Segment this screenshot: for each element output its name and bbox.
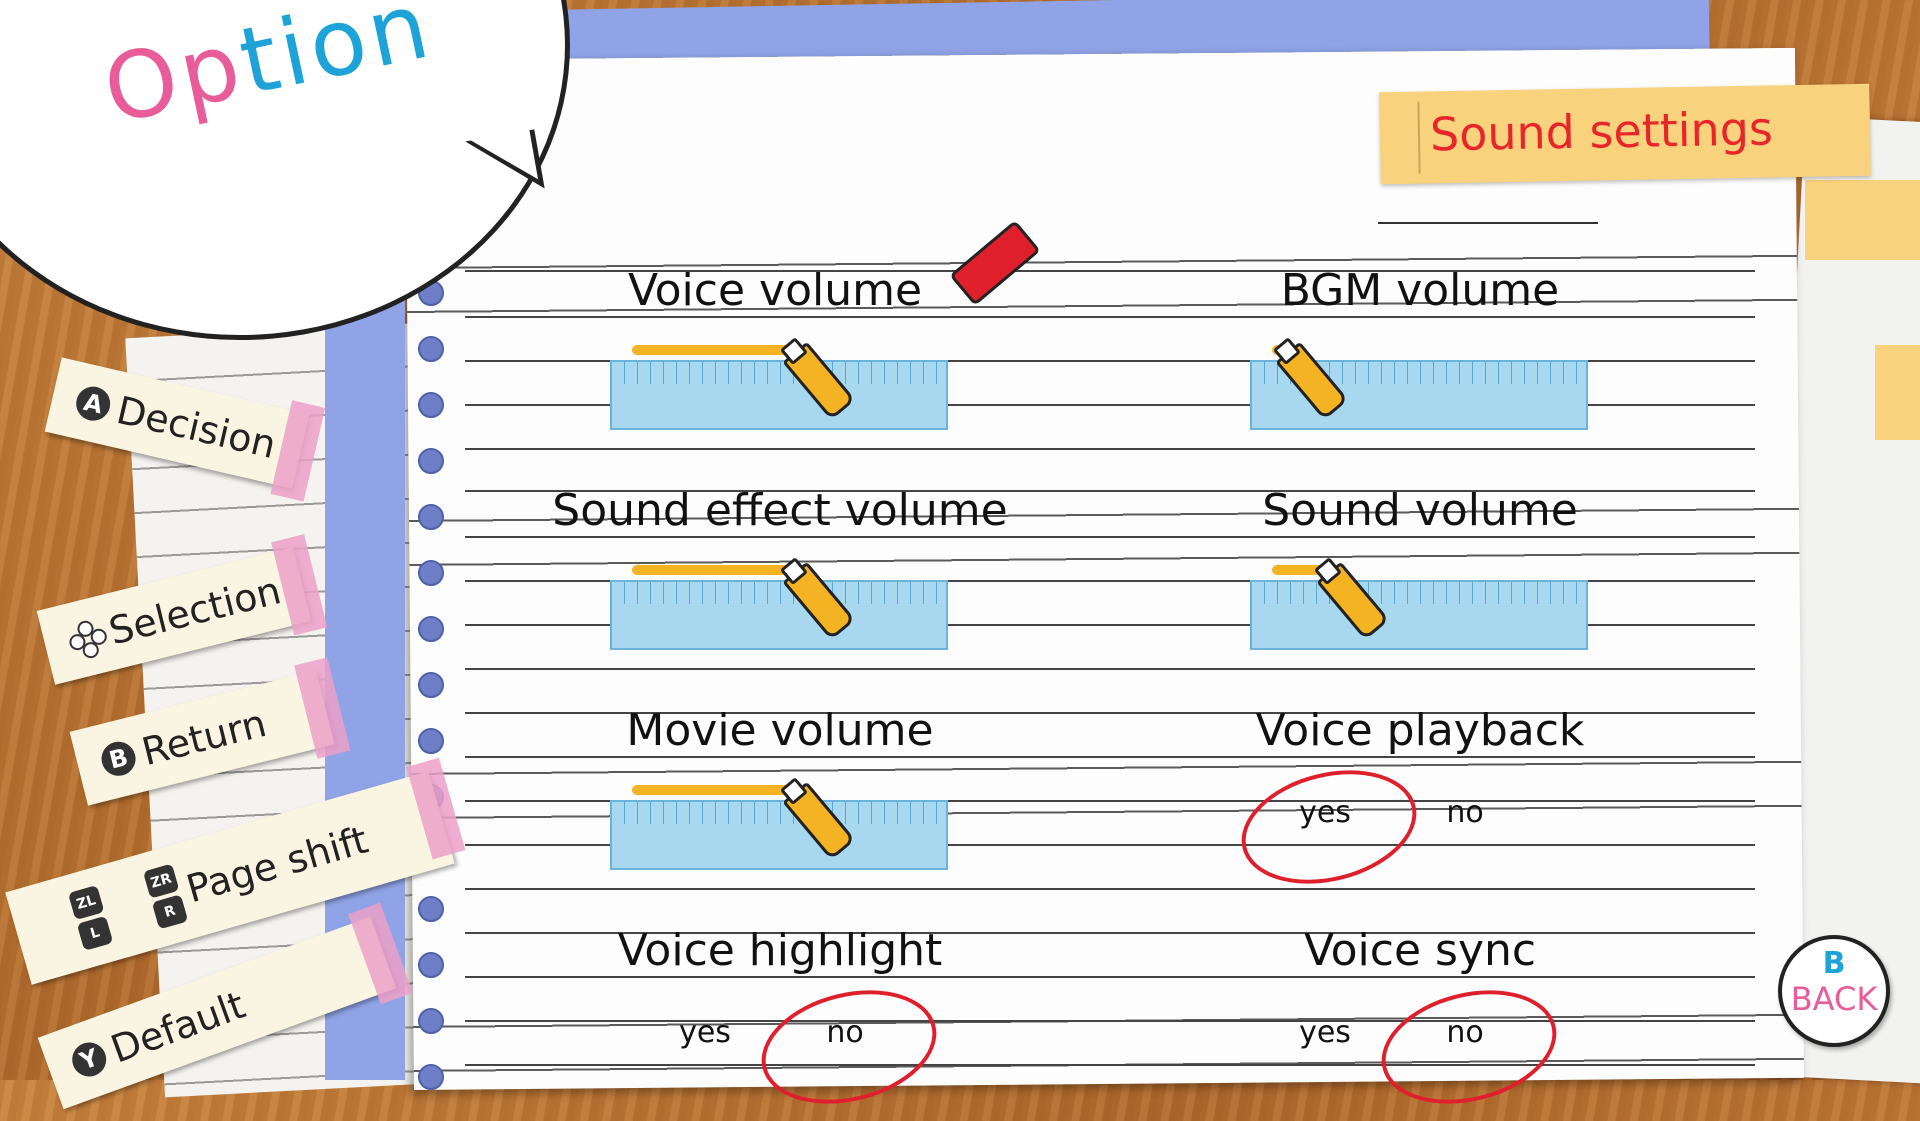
- ring-hole: [418, 336, 444, 362]
- voice-highlight-toggle: yes no: [630, 973, 970, 1121]
- l-button-icon: L: [76, 915, 114, 951]
- slider-fill: [632, 785, 803, 795]
- sound-effect-volume-label: Sound effect volume: [552, 485, 1008, 536]
- zr-button-icon: ZR: [142, 863, 180, 899]
- voice-playback-toggle: yes no: [1229, 753, 1590, 901]
- ruled-line: [465, 976, 1755, 978]
- voice-volume-label: Voice volume: [627, 265, 923, 316]
- ruled-line: [465, 448, 1755, 450]
- voice-sync-toggle: yes no: [1250, 973, 1590, 1121]
- ring-hole: [418, 728, 444, 754]
- zr-r-icons: ZR R: [142, 863, 189, 930]
- ring-hole: [418, 448, 444, 474]
- ring-hole: [418, 616, 444, 642]
- tab-stripe: [1417, 101, 1421, 174]
- ruled-line: [465, 668, 1755, 670]
- tab-label: Sound settings: [1429, 101, 1774, 162]
- voice-highlight-label: Voice highlight: [617, 925, 943, 976]
- y-button-icon: Y: [67, 1037, 111, 1082]
- side-tab-1[interactable]: [1805, 180, 1920, 260]
- ring-hole: [418, 672, 444, 698]
- ring-hole: [418, 504, 444, 530]
- sound-volume-label: Sound volume: [1262, 485, 1578, 536]
- tab-underline: [1378, 222, 1598, 224]
- slider-fill: [632, 345, 803, 355]
- b-button-icon: B: [1822, 946, 1846, 981]
- ruled-line: [465, 756, 1755, 758]
- zl-button-icon: ZL: [67, 884, 105, 921]
- back-label: BACK: [1790, 980, 1878, 1018]
- ring-hole: [418, 560, 444, 586]
- bgm-volume-label: BGM volume: [1280, 265, 1560, 316]
- ruled-line: [465, 888, 1755, 890]
- ring-hole: [418, 896, 444, 922]
- ring-hole: [418, 1008, 444, 1034]
- ruled-line: [465, 316, 1755, 318]
- bubble-tail-fill: [467, 128, 539, 190]
- ruler-track: [1250, 580, 1588, 650]
- tab-sound-settings[interactable]: Sound settings: [1379, 83, 1871, 185]
- voice-sync-label: Voice sync: [1303, 925, 1537, 976]
- ruled-line: [465, 536, 1755, 538]
- ring-hole: [418, 1064, 444, 1090]
- back-button[interactable]: B BACK: [1778, 935, 1890, 1047]
- r-button-icon: R: [151, 894, 189, 930]
- option-no[interactable]: no: [1420, 795, 1510, 830]
- a-button-icon: A: [72, 383, 114, 425]
- control-label: Return: [137, 700, 271, 775]
- zl-l-icons: ZL L: [67, 884, 114, 951]
- ruler-track: [610, 360, 948, 430]
- notebook-rings: [418, 280, 448, 1090]
- ruler-track: [610, 580, 948, 650]
- side-tab-2[interactable]: [1875, 345, 1920, 440]
- movie-volume-label: Movie volume: [626, 705, 934, 756]
- option-yes[interactable]: yes: [660, 1015, 750, 1050]
- voice-playback-label: Voice playback: [1255, 705, 1585, 756]
- slider-fill: [632, 565, 803, 575]
- ring-hole: [418, 952, 444, 978]
- b-button-icon: B: [97, 738, 140, 780]
- ring-hole: [418, 392, 444, 418]
- ruler-track: [610, 800, 948, 870]
- dpad-icon: [65, 617, 109, 660]
- option-yes[interactable]: yes: [1280, 1015, 1370, 1050]
